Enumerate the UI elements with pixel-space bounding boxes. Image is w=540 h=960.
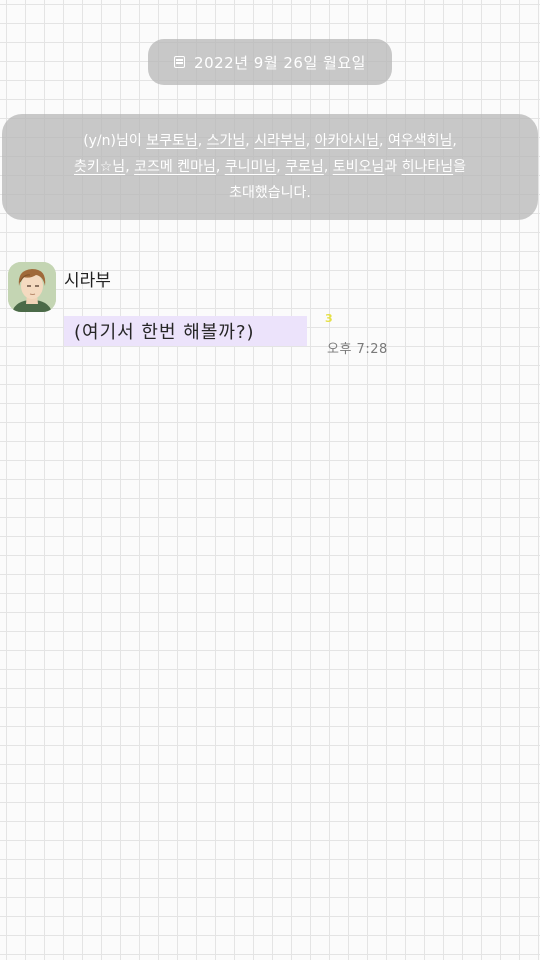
separator: , <box>305 133 315 149</box>
separator: , <box>276 159 286 175</box>
invitee-name: 코즈메 켄마님 <box>134 159 216 175</box>
message-bubble[interactable]: (여기서 한번 해볼까?) <box>64 316 307 346</box>
invitee-name: 쿠니미님 <box>224 159 277 175</box>
notice-suffix: 초대했습니다. <box>229 185 311 201</box>
sender-avatar[interactable] <box>8 262 56 312</box>
invitee-name: 보쿠토님 <box>146 133 198 149</box>
date-text: 2022년 9월 26일 월요일 <box>194 53 366 72</box>
separator: , <box>197 133 207 149</box>
unread-count: 3 <box>325 312 333 325</box>
separator: , <box>125 159 135 175</box>
separator: , <box>215 159 225 175</box>
invitee-name: 츳키☆님 <box>73 159 126 175</box>
sender-name: 시라부 <box>64 271 111 291</box>
message-time: 오후 7:28 <box>327 342 388 357</box>
separator: 과 <box>384 159 402 175</box>
message-text: (여기서 한번 해볼까?) <box>74 322 255 343</box>
invitee-name: 여우색히님 <box>387 133 453 149</box>
inviter-text: (y/n)님이 <box>83 133 147 149</box>
invitee-name: 스가님 <box>206 133 246 149</box>
invite-notice: (y/n)님이 보쿠토님, 스가님, 시라부님, 아카아시님, 여우색히님, 츳… <box>2 114 538 220</box>
separator: , <box>379 133 388 149</box>
invitee-name: 시라부님 <box>254 133 306 149</box>
separator: , <box>452 133 457 149</box>
invitee-name: 토비오님 <box>332 159 385 175</box>
separator: 을 <box>453 159 467 175</box>
invitee-name: 아카아시님 <box>314 133 380 149</box>
calendar-icon <box>174 56 186 68</box>
avatar-portrait-image <box>8 262 56 312</box>
separator: , <box>245 133 255 149</box>
invitee-name: 쿠로님 <box>285 159 324 175</box>
separator: , <box>323 159 333 175</box>
date-header: 2022년 9월 26일 월요일 <box>148 39 392 85</box>
invitee-name: 히나타님 <box>401 159 454 175</box>
